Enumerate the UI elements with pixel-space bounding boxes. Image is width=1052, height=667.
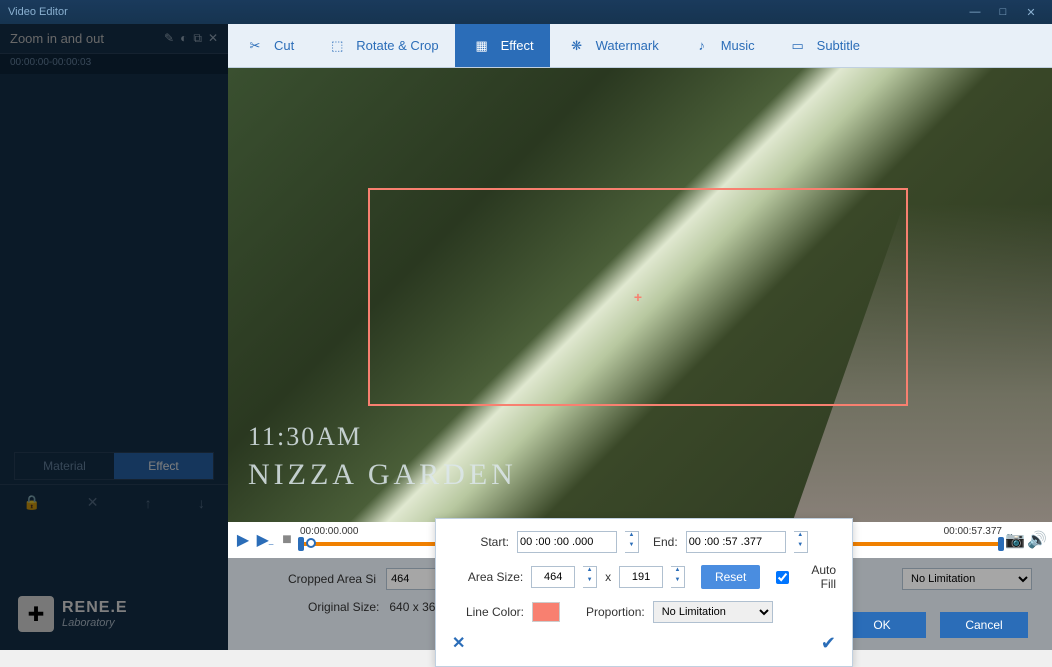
start-time-input[interactable] (517, 531, 617, 553)
popup-cancel-icon[interactable]: ✕ (452, 633, 465, 654)
range-handle-start[interactable] (298, 537, 304, 551)
effect-icon: ▦ (471, 35, 493, 57)
overlay-timestamp: 11:30AM (248, 422, 362, 452)
autofill-checkbox[interactable]: Auto Fill (776, 563, 836, 591)
reset-button[interactable]: Reset (701, 565, 760, 589)
overlay-location: NIZZA GARDEN (248, 458, 517, 492)
video-preview[interactable]: + 11:30AM NIZZA GARDEN (228, 68, 1052, 522)
height-spinner[interactable]: ▲▼ (671, 566, 685, 588)
timeline-end-label: 00:00:57.377 (944, 526, 1002, 537)
crop-icon: ⬚ (326, 35, 348, 57)
start-label: Start: (480, 535, 509, 549)
tool-effect[interactable]: ▦Effect (455, 24, 550, 67)
crop-settings-popup: Start: ▲▼ End: ▲▼ Area Size: ▲▼ x ▲▼ Res… (435, 518, 853, 667)
music-icon: ♪ (691, 35, 713, 57)
start-spinner[interactable]: ▲▼ (625, 531, 639, 553)
crop-selection[interactable]: + (368, 188, 908, 406)
titlebar: Video Editor — □ ✕ (0, 0, 1052, 24)
timeline-start-label: 00:00:00.000 (300, 526, 358, 537)
tool-music[interactable]: ♪Music (675, 24, 771, 67)
window-title: Video Editor (8, 6, 68, 18)
maximize-button[interactable]: □ (990, 3, 1016, 21)
close-button[interactable]: ✕ (1018, 3, 1044, 21)
tool-watermark[interactable]: ❋Watermark (550, 24, 675, 67)
width-spinner[interactable]: ▲▼ (583, 566, 597, 588)
tool-cut[interactable]: ✂Cut (228, 24, 310, 67)
end-spinner[interactable]: ▲▼ (794, 531, 808, 553)
subtitle-icon: ▭ (787, 35, 809, 57)
range-handle-end[interactable] (998, 537, 1004, 551)
end-time-input[interactable] (686, 531, 786, 553)
crop-center-marker: + (634, 289, 642, 305)
proportion-select[interactable]: No Limitation (653, 601, 773, 623)
cancel-button[interactable]: Cancel (940, 612, 1028, 638)
sidebar-dim-overlay (0, 24, 228, 650)
popup-confirm-icon[interactable]: ✔ (821, 633, 836, 654)
area-width-input[interactable] (531, 566, 575, 588)
proportion-label: Proportion: (586, 605, 645, 619)
stop-button[interactable]: ■ (278, 531, 296, 549)
play-button[interactable]: ▶ (234, 531, 252, 549)
area-size-label: Area Size: (452, 570, 523, 584)
area-height-input[interactable] (619, 566, 663, 588)
minimize-button[interactable]: — (962, 3, 988, 21)
playhead[interactable] (306, 538, 316, 548)
volume-button[interactable]: 🔊 (1028, 531, 1046, 549)
watermark-icon: ❋ (566, 35, 588, 57)
main-toolbar: ✂Cut ⬚Rotate & Crop ▦Effect ❋Watermark ♪… (228, 24, 1052, 68)
tool-subtitle[interactable]: ▭Subtitle (771, 24, 876, 67)
line-color-label: Line Color: (452, 605, 524, 619)
line-color-swatch[interactable] (532, 602, 560, 622)
scissors-icon: ✂ (244, 35, 266, 57)
end-label: End: (653, 535, 678, 549)
step-button[interactable]: ▶_ (256, 531, 274, 549)
snapshot-button[interactable]: 📷 (1006, 531, 1024, 549)
tool-rotate-crop[interactable]: ⬚Rotate & Crop (310, 24, 454, 67)
sidebar: Zoom in and out ✎ ◐ ⧉ ✕ 00:00:00-00:00:0… (0, 24, 228, 650)
